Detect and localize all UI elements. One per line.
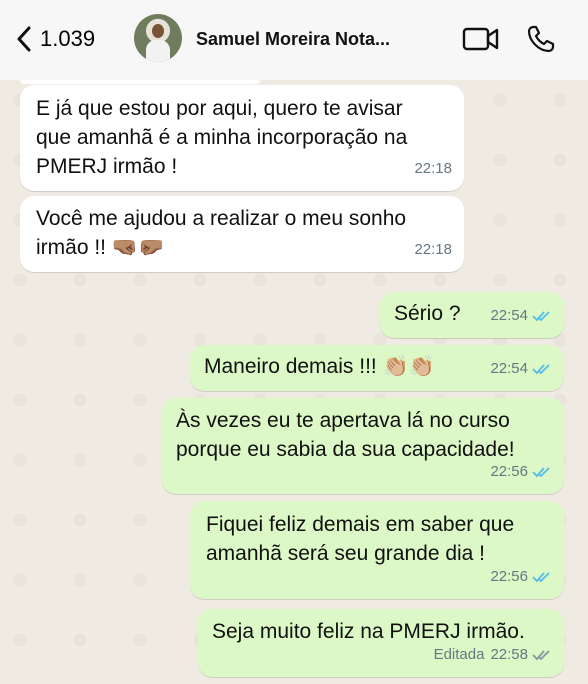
read-ticks-icon xyxy=(532,363,550,374)
message-time: 22:54 xyxy=(490,360,528,377)
message-text: Você me ajudou a realizar o meu sonho ir… xyxy=(36,207,407,259)
message-time: 22:54 xyxy=(490,307,528,324)
message-meta: 22:56 xyxy=(490,562,552,591)
video-camera-icon[interactable] xyxy=(462,24,500,54)
avatar[interactable] xyxy=(134,14,182,62)
message-incoming[interactable]: Você me ajudou a realizar o meu sonho ir… xyxy=(20,196,464,272)
message-list[interactable]: E já que estou por aqui, quero te avisar… xyxy=(0,80,588,684)
read-ticks-icon xyxy=(532,571,550,582)
back-button[interactable]: 1.039 xyxy=(16,26,95,52)
chevron-left-icon xyxy=(17,26,31,52)
edited-label: Editada xyxy=(433,646,485,663)
message-meta: 22:54 xyxy=(490,354,552,383)
message-outgoing[interactable]: Sério ? 22:54 xyxy=(380,292,564,338)
chat-header: 1.039 Samuel Moreira Nota... xyxy=(0,0,588,80)
message-time: 22:56 xyxy=(490,463,528,480)
delivered-ticks-icon xyxy=(532,649,550,660)
unread-count: 1.039 xyxy=(40,26,96,51)
message-outgoing[interactable]: Seja muito feliz na PMERJ irmão. Editada… xyxy=(198,609,564,677)
phone-icon[interactable] xyxy=(526,24,556,54)
message-meta: 22:54 xyxy=(490,301,552,330)
message-meta: 22:18 xyxy=(414,154,452,183)
contact-name[interactable]: Samuel Moreira Nota... xyxy=(196,29,390,50)
message-outgoing[interactable]: Fiquei feliz demais em saber que amanhã … xyxy=(190,501,564,599)
message-outgoing[interactable]: Às vezes eu te apertava lá no curso porq… xyxy=(162,398,564,494)
previous-message-edge xyxy=(20,80,260,84)
read-ticks-icon xyxy=(532,466,550,477)
read-ticks-icon xyxy=(532,310,550,321)
message-meta: 22:18 xyxy=(414,235,452,264)
message-time: 22:18 xyxy=(414,241,452,258)
message-text: Maneiro demais !!! 👏🏼👏🏼 xyxy=(204,355,435,378)
message-time: 22:58 xyxy=(490,646,528,663)
message-text: E já que estou por aqui, quero te avisar… xyxy=(36,97,408,178)
message-text: Fiquei feliz demais em saber que amanhã … xyxy=(206,513,515,565)
message-time: 22:18 xyxy=(414,160,452,177)
message-text: Sério ? xyxy=(394,302,461,325)
message-text: Às vezes eu te apertava lá no curso porq… xyxy=(176,409,515,461)
message-time: 22:56 xyxy=(490,568,528,585)
message-meta: Editada 22:58 xyxy=(434,640,552,669)
message-meta: 22:56 xyxy=(490,457,552,486)
message-incoming[interactable]: E já que estou por aqui, quero te avisar… xyxy=(20,85,464,191)
message-outgoing[interactable]: Maneiro demais !!! 👏🏼👏🏼 22:54 xyxy=(190,345,564,391)
